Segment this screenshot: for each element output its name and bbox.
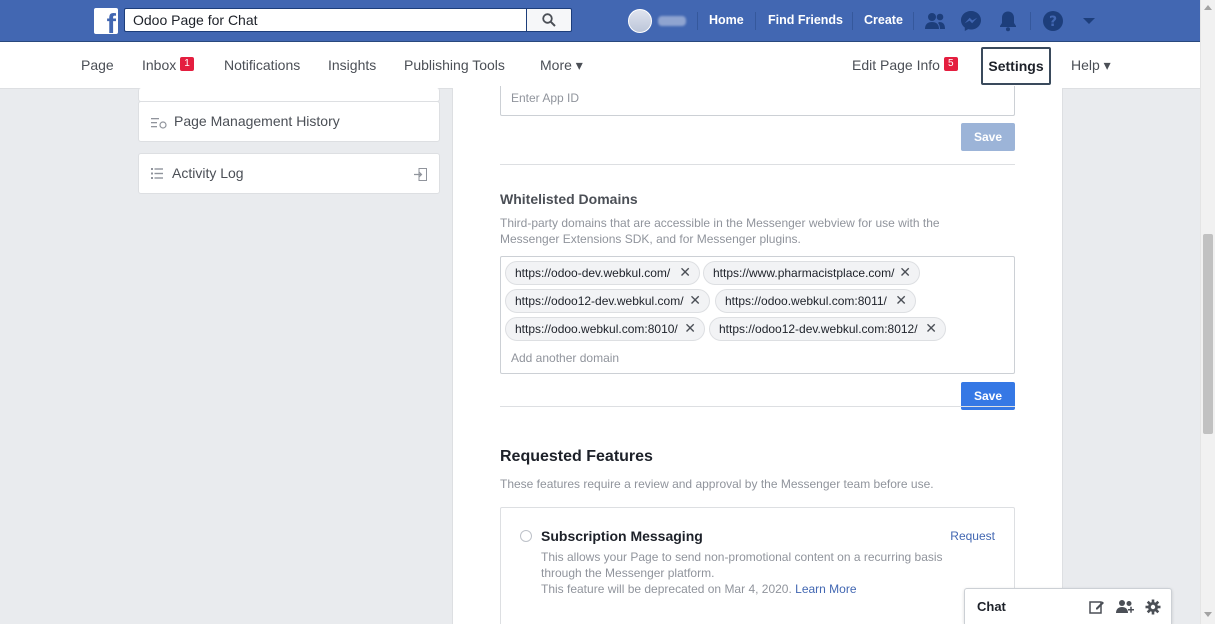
- domain-chip: https://odoo12-dev.webkul.com/ ✕: [505, 289, 710, 313]
- history-list-icon: [151, 118, 167, 129]
- divider: [852, 12, 853, 30]
- create-link[interactable]: Create: [864, 13, 903, 27]
- chat-bar[interactable]: Chat: [964, 588, 1172, 624]
- domain-chip-label: https://odoo-dev.webkul.com/: [515, 266, 671, 280]
- find-friends-link[interactable]: Find Friends: [768, 13, 843, 27]
- domain-chip: https://www.pharmacistplace.com/ ✕: [703, 261, 920, 285]
- top-bar: f Odoo Page for Chat Home Find Friends C…: [0, 0, 1200, 42]
- notifications-bell-icon[interactable]: [997, 10, 1019, 32]
- tab-notifications[interactable]: Notifications: [224, 57, 300, 73]
- edit-page-info-badge: 5: [943, 57, 958, 71]
- help-icon[interactable]: ?: [1042, 10, 1064, 32]
- account-menu-chevron-down-icon[interactable]: [1078, 10, 1100, 32]
- search-input[interactable]: Odoo Page for Chat: [124, 8, 526, 32]
- new-message-icon[interactable]: [1088, 598, 1106, 616]
- scroll-thumb[interactable]: [1203, 234, 1213, 434]
- feature-deprecation-line: This feature will be deprecated on Mar 4…: [541, 581, 951, 597]
- add-domain-field[interactable]: Add another domain: [511, 351, 619, 365]
- open-external-icon[interactable]: [414, 168, 427, 181]
- profile-name-blurred: [658, 16, 686, 26]
- app-id-save-button[interactable]: Save: [961, 123, 1015, 151]
- sidebar-item-label: Page Management History: [174, 113, 340, 129]
- sidebar-card-partial: [138, 88, 440, 102]
- tab-help[interactable]: Help ▾: [1071, 57, 1111, 74]
- divider: [500, 164, 1015, 165]
- tab-insights[interactable]: Insights: [328, 57, 376, 73]
- whitelisted-domains-title: Whitelisted Domains: [500, 191, 638, 207]
- feature-deprecation-text: This feature will be deprecated on Mar 4…: [541, 582, 792, 596]
- remove-domain-close-icon[interactable]: ✕: [689, 293, 701, 307]
- page-scrollbar[interactable]: [1200, 0, 1215, 624]
- divider: [755, 12, 756, 30]
- tab-edit-page-info-label: Edit Page Info: [852, 57, 940, 73]
- divider: [1030, 12, 1031, 30]
- list-icon: [151, 168, 163, 179]
- remove-domain-close-icon[interactable]: ✕: [684, 321, 696, 335]
- whitelisted-domains-description: Third-party domains that are accessible …: [500, 216, 940, 246]
- svg-text:?: ?: [1049, 14, 1057, 30]
- feature-desc-text: This allows your Page to send non-promot…: [541, 550, 943, 580]
- requested-features-title: Requested Features: [500, 448, 653, 465]
- chat-label: Chat: [977, 599, 1006, 614]
- domain-chip-label: https://odoo12-dev.webkul.com/: [515, 294, 684, 308]
- domain-chip-label: https://odoo12-dev.webkul.com:8012/: [719, 322, 918, 336]
- domain-chip-label: https://odoo.webkul.com:8011/: [725, 294, 887, 308]
- sidebar-item-label: Activity Log: [172, 165, 244, 181]
- feature-description: This allows your Page to send non-promot…: [541, 549, 951, 597]
- messenger-settings-panel: Enter App ID Save Whitelisted Domains Th…: [452, 86, 1063, 624]
- domain-chip-label: https://odoo.webkul.com:8010/: [515, 322, 678, 336]
- remove-domain-close-icon[interactable]: ✕: [899, 265, 911, 279]
- feature-title: Subscription Messaging: [541, 528, 703, 544]
- page-nav: Page Inbox 1 Notifications Insights Publi…: [0, 42, 1200, 129]
- avatar: [628, 9, 652, 33]
- request-feature-link[interactable]: Request: [950, 529, 995, 543]
- divider: [697, 12, 698, 30]
- home-link[interactable]: Home: [709, 13, 744, 27]
- inbox-badge: 1: [180, 57, 194, 71]
- search-icon: [542, 13, 556, 27]
- whitelisted-domains-input[interactable]: https://odoo-dev.webkul.com/ ✕ https://ww…: [500, 256, 1015, 374]
- domain-chip: https://odoo12-dev.webkul.com:8012/ ✕: [709, 317, 946, 341]
- subscription-messaging-card: Subscription Messaging Request This allo…: [500, 507, 1015, 624]
- remove-domain-close-icon[interactable]: ✕: [925, 321, 937, 335]
- sidebar-item-activity-log[interactable]: Activity Log: [138, 153, 440, 194]
- domain-chip: https://odoo.webkul.com:8011/ ✕: [715, 289, 916, 313]
- app-id-input[interactable]: Enter App ID: [500, 86, 1015, 116]
- scroll-down-arrow-icon[interactable]: [1204, 612, 1212, 617]
- chat-settings-gear-icon[interactable]: [1144, 598, 1162, 616]
- scroll-up-arrow-icon[interactable]: [1204, 5, 1212, 10]
- tab-page[interactable]: Page: [81, 57, 114, 73]
- new-group-icon[interactable]: [1116, 598, 1134, 616]
- tab-edit-page-info[interactable]: Edit Page Info 5: [852, 57, 958, 73]
- tab-publishing-tools[interactable]: Publishing Tools: [404, 57, 505, 73]
- messenger-icon[interactable]: [960, 10, 982, 32]
- remove-domain-close-icon[interactable]: ✕: [679, 265, 691, 279]
- tab-more[interactable]: More ▾: [540, 57, 583, 74]
- divider: [913, 12, 914, 30]
- sidebar-item-page-management-history[interactable]: Page Management History: [138, 101, 440, 142]
- tab-settings[interactable]: Settings: [981, 47, 1051, 85]
- tab-inbox-label: Inbox: [142, 57, 177, 73]
- learn-more-link[interactable]: Learn More: [795, 582, 856, 596]
- tab-inbox[interactable]: Inbox 1: [142, 57, 194, 73]
- search-button[interactable]: [526, 8, 572, 32]
- domain-chip-label: https://www.pharmacistplace.com/: [713, 266, 895, 280]
- divider: [500, 406, 1015, 407]
- requested-features-description: These features require a review and appr…: [500, 477, 934, 491]
- facebook-logo-icon[interactable]: f: [94, 8, 118, 34]
- domain-chip: https://odoo.webkul.com:8010/ ✕: [505, 317, 705, 341]
- feature-radio[interactable]: [520, 530, 532, 542]
- profile-link[interactable]: [628, 9, 686, 33]
- remove-domain-close-icon[interactable]: ✕: [895, 293, 907, 307]
- domain-chip: https://odoo-dev.webkul.com/ ✕: [505, 261, 700, 285]
- friend-requests-icon[interactable]: [924, 10, 946, 32]
